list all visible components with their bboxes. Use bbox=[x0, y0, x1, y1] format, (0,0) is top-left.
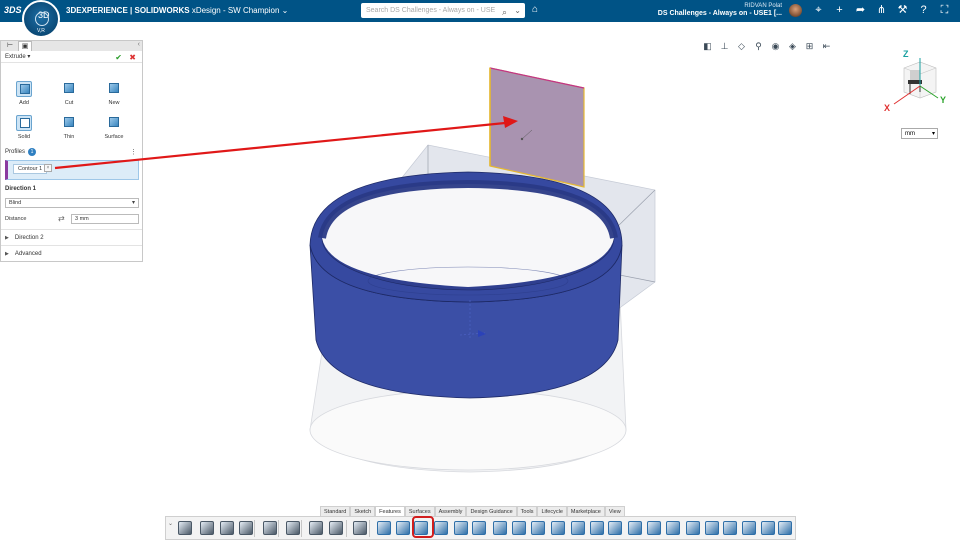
extrude-button-highlight bbox=[412, 516, 434, 538]
feature-toolbar: ⌄ bbox=[165, 516, 796, 540]
chamfer-icon[interactable] bbox=[531, 521, 545, 535]
new-document-icon[interactable] bbox=[178, 521, 192, 535]
tab-design-guidance[interactable]: Design Guidance bbox=[466, 506, 517, 516]
compass-version: V,R bbox=[37, 28, 45, 34]
fillet-icon[interactable] bbox=[512, 521, 526, 535]
save-icon[interactable] bbox=[220, 521, 234, 535]
command-tabs: Standard Sketch Features Surfaces Assemb… bbox=[320, 506, 625, 516]
tab-assembly[interactable]: Assembly bbox=[434, 506, 467, 516]
tab-tools[interactable]: Tools bbox=[516, 506, 538, 516]
rib-icon[interactable] bbox=[590, 521, 604, 535]
unit-value: mm bbox=[905, 131, 915, 137]
boundary-icon[interactable] bbox=[761, 521, 775, 535]
app-window: 3DS 3DEXPERIENCE | SOLIDWORKS xDesign - … bbox=[0, 0, 960, 540]
section-view-icon[interactable]: ⊥ bbox=[719, 41, 730, 52]
hole-icon[interactable] bbox=[608, 521, 622, 535]
draft-icon[interactable] bbox=[571, 521, 585, 535]
settings-icon[interactable] bbox=[286, 521, 300, 535]
tab-view[interactable]: View bbox=[604, 506, 625, 516]
appearance-icon[interactable] bbox=[778, 521, 792, 535]
compass-widget[interactable]: 3D V,R bbox=[22, 0, 60, 38]
sweep-icon[interactable] bbox=[454, 521, 468, 535]
pattern-icon[interactable] bbox=[628, 521, 642, 535]
help-icon[interactable] bbox=[353, 521, 367, 535]
thicken-icon[interactable] bbox=[742, 521, 756, 535]
axis-z-label: Z bbox=[903, 49, 909, 59]
plane-icon[interactable] bbox=[396, 521, 410, 535]
zoom-fit-icon[interactable]: ◇ bbox=[736, 41, 747, 52]
tab-standard[interactable]: Standard bbox=[320, 506, 351, 516]
appearance-icon[interactable]: ◈ bbox=[787, 41, 798, 52]
tab-marketplace[interactable]: Marketplace bbox=[566, 506, 605, 516]
chevron-down-icon[interactable]: ⌄ bbox=[168, 520, 173, 527]
move-icon[interactable] bbox=[705, 521, 719, 535]
undo-icon[interactable] bbox=[309, 521, 323, 535]
visibility-icon[interactable]: ⊞ bbox=[804, 41, 815, 52]
ring-body bbox=[309, 171, 623, 399]
cube-icon[interactable] bbox=[377, 521, 391, 535]
axis-x-label: X bbox=[884, 103, 890, 113]
revolve-icon[interactable] bbox=[434, 521, 448, 535]
open-icon[interactable] bbox=[200, 521, 214, 535]
model-viewport[interactable] bbox=[0, 0, 960, 540]
toolbar-separator bbox=[369, 520, 370, 537]
split-icon[interactable] bbox=[686, 521, 700, 535]
redo-icon[interactable] bbox=[329, 521, 343, 535]
view-orientation-icon[interactable]: ◧ bbox=[702, 41, 713, 52]
loft-icon[interactable] bbox=[472, 521, 486, 535]
toolbar-separator bbox=[254, 520, 255, 537]
combine-icon[interactable] bbox=[666, 521, 680, 535]
play-icon[interactable] bbox=[35, 12, 49, 26]
view-cube-gizmo[interactable]: Z Y X bbox=[880, 48, 952, 120]
tab-sketch[interactable]: Sketch bbox=[350, 506, 376, 516]
mirror-icon[interactable] bbox=[647, 521, 661, 535]
display-style-icon[interactable]: ◉ bbox=[770, 41, 781, 52]
extrude-preview bbox=[489, 67, 585, 188]
properties-icon[interactable] bbox=[263, 521, 277, 535]
pin-icon[interactable]: ⇤ bbox=[821, 41, 832, 52]
refresh-icon[interactable] bbox=[239, 521, 253, 535]
tab-surfaces[interactable]: Surfaces bbox=[404, 506, 435, 516]
scale-icon[interactable] bbox=[723, 521, 737, 535]
tab-lifecycle[interactable]: Lifecycle bbox=[537, 506, 567, 516]
unit-select[interactable]: mm ▾ bbox=[901, 128, 938, 139]
axis-y-label: Y bbox=[940, 95, 946, 105]
toolbar-separator bbox=[278, 520, 279, 537]
toolbar-separator bbox=[346, 520, 347, 537]
toolbar-separator bbox=[301, 520, 302, 537]
shell-icon[interactable] bbox=[551, 521, 565, 535]
view-toolbar: ◧ ⊥ ◇ ⚲ ◉ ◈ ⊞ ⇤ bbox=[702, 41, 832, 52]
tab-features[interactable]: Features bbox=[375, 506, 405, 516]
cut-icon[interactable] bbox=[493, 521, 507, 535]
chevron-down-icon: ▾ bbox=[931, 131, 935, 137]
zoom-area-icon[interactable]: ⚲ bbox=[753, 41, 764, 52]
